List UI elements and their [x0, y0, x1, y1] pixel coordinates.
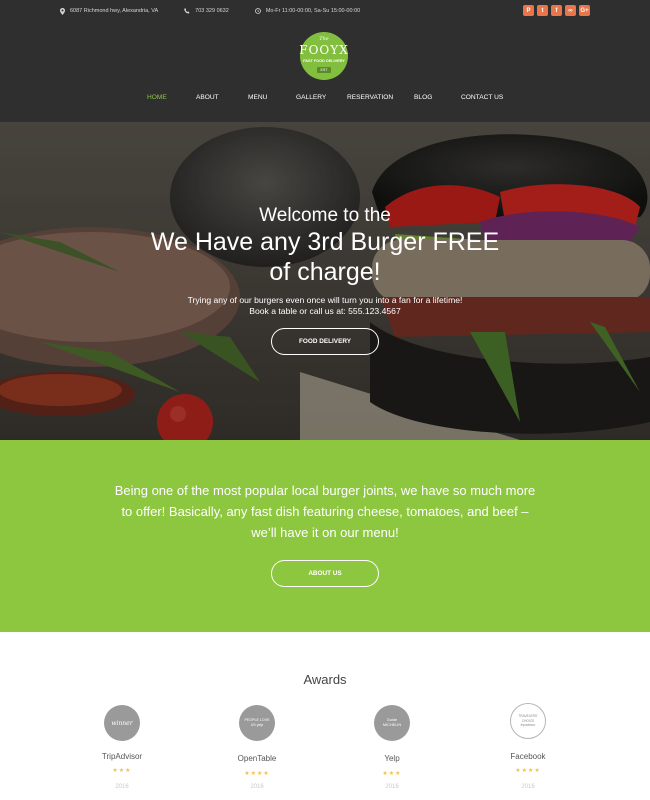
google-plus-icon[interactable]: G+	[579, 5, 590, 16]
tripadvisor-icon[interactable]: ∞	[565, 5, 576, 16]
address-info: 6087 Richmond hwy, Alexandria, VA	[60, 7, 159, 15]
award-stars: ★★★	[112, 767, 132, 774]
award-year: 2016	[521, 784, 535, 790]
hero-section: Welcome to the We Have any 3rd Burger FR…	[0, 122, 650, 440]
intro-line-2: to offer! Basically, any fast dish featu…	[121, 504, 529, 519]
nav-menu[interactable]: MENU	[248, 94, 267, 101]
award-badge-icon: Guide MICHELIN	[374, 705, 410, 741]
award-badge-icon: TRAVELERS' CHOICE tripadvisor	[510, 703, 546, 739]
award-stars: ★★★★	[515, 767, 541, 774]
nav-blog[interactable]: BLOG	[414, 94, 432, 101]
nav-about[interactable]: ABOUT	[196, 94, 219, 101]
intro-text: Being one of the most popular local burg…	[95, 480, 555, 543]
logo-est: EST	[317, 67, 331, 73]
badge-label: PEOPLE LOVE US yelp	[244, 718, 270, 727]
logo-tagline: FAST FOOD DELIVERY	[303, 59, 345, 63]
intro-line-1: Being one of the most popular local burg…	[114, 483, 536, 498]
hero-text-line-2: Book a table or call us at: 555.123.4567	[249, 306, 401, 316]
food-delivery-button[interactable]: FOOD DELIVERY	[271, 328, 379, 355]
hero-title-line-1: We Have any 3rd Burger FREE	[150, 228, 500, 256]
award-year: 2016	[115, 784, 129, 790]
logo-name: FOOYX	[299, 43, 349, 57]
address-text: 6087 Richmond hwy, Alexandria, VA	[70, 8, 159, 14]
award-badge-icon: PEOPLE LOVE US yelp	[239, 705, 275, 741]
award-name: OpenTable	[237, 754, 277, 763]
badge-label: winner	[111, 719, 133, 727]
award-badge-icon: winner	[104, 705, 140, 741]
clock-icon	[254, 8, 261, 14]
about-us-button[interactable]: ABOUT US	[271, 560, 379, 587]
nav-home[interactable]: HOME	[147, 94, 167, 101]
top-bar: 6087 Richmond hwy, Alexandria, VA 703 32…	[0, 0, 650, 22]
main-nav: HOME ABOUT MENU GALLERY RESERVATION BLOG…	[0, 94, 650, 106]
location-pin-icon	[60, 7, 65, 15]
award-name: Facebook	[510, 752, 546, 761]
nav-gallery[interactable]: GALLERY	[296, 94, 326, 101]
hero-text-line-1: Trying any of our burgers even once will…	[187, 295, 463, 305]
award-year: 2016	[385, 784, 399, 790]
twitter-icon[interactable]: t	[537, 5, 548, 16]
site-logo[interactable]: The FOOYX FAST FOOD DELIVERY EST	[298, 32, 352, 82]
award-stars: ★★★	[382, 770, 402, 777]
phone-info[interactable]: 703 329 0632	[184, 8, 229, 14]
nav-reservation[interactable]: RESERVATION	[347, 94, 393, 101]
award-stars: ★★★★	[244, 770, 270, 777]
phone-icon	[184, 8, 190, 14]
social-links: P t f ∞ G+	[523, 5, 590, 16]
site-header: 6087 Richmond hwy, Alexandria, VA 703 32…	[0, 0, 650, 122]
facebook-icon[interactable]: f	[551, 5, 562, 16]
intro-line-3: we’ll have it on our menu!	[251, 525, 399, 540]
logo-script: The	[319, 36, 329, 42]
hero-title: We Have any 3rd Burger FREE of charge!	[125, 227, 525, 287]
award-name: TripAdvisor	[101, 752, 143, 761]
awards-heading: Awards	[303, 672, 347, 687]
hours-info: Mo-Fr 11:00-00:00, Sa-Su 15:00-00:00	[254, 8, 361, 14]
nav-contact-us[interactable]: CONTACT US	[461, 94, 503, 101]
award-year: 2016	[250, 784, 264, 790]
intro-section: Being one of the most popular local burg…	[0, 440, 650, 632]
badge-label: Guide MICHELIN	[382, 718, 402, 727]
pinterest-icon[interactable]: P	[523, 5, 534, 16]
award-name: Yelp	[384, 754, 400, 763]
hours-text: Mo-Fr 11:00-00:00, Sa-Su 15:00-00:00	[265, 8, 361, 14]
phone-text[interactable]: 703 329 0632	[195, 8, 229, 14]
badge-label: TRAVELERS' CHOICE tripadvisor	[518, 714, 538, 728]
hero-title-line-2: of charge!	[269, 258, 381, 286]
hero-subtitle: Welcome to the	[259, 205, 391, 226]
